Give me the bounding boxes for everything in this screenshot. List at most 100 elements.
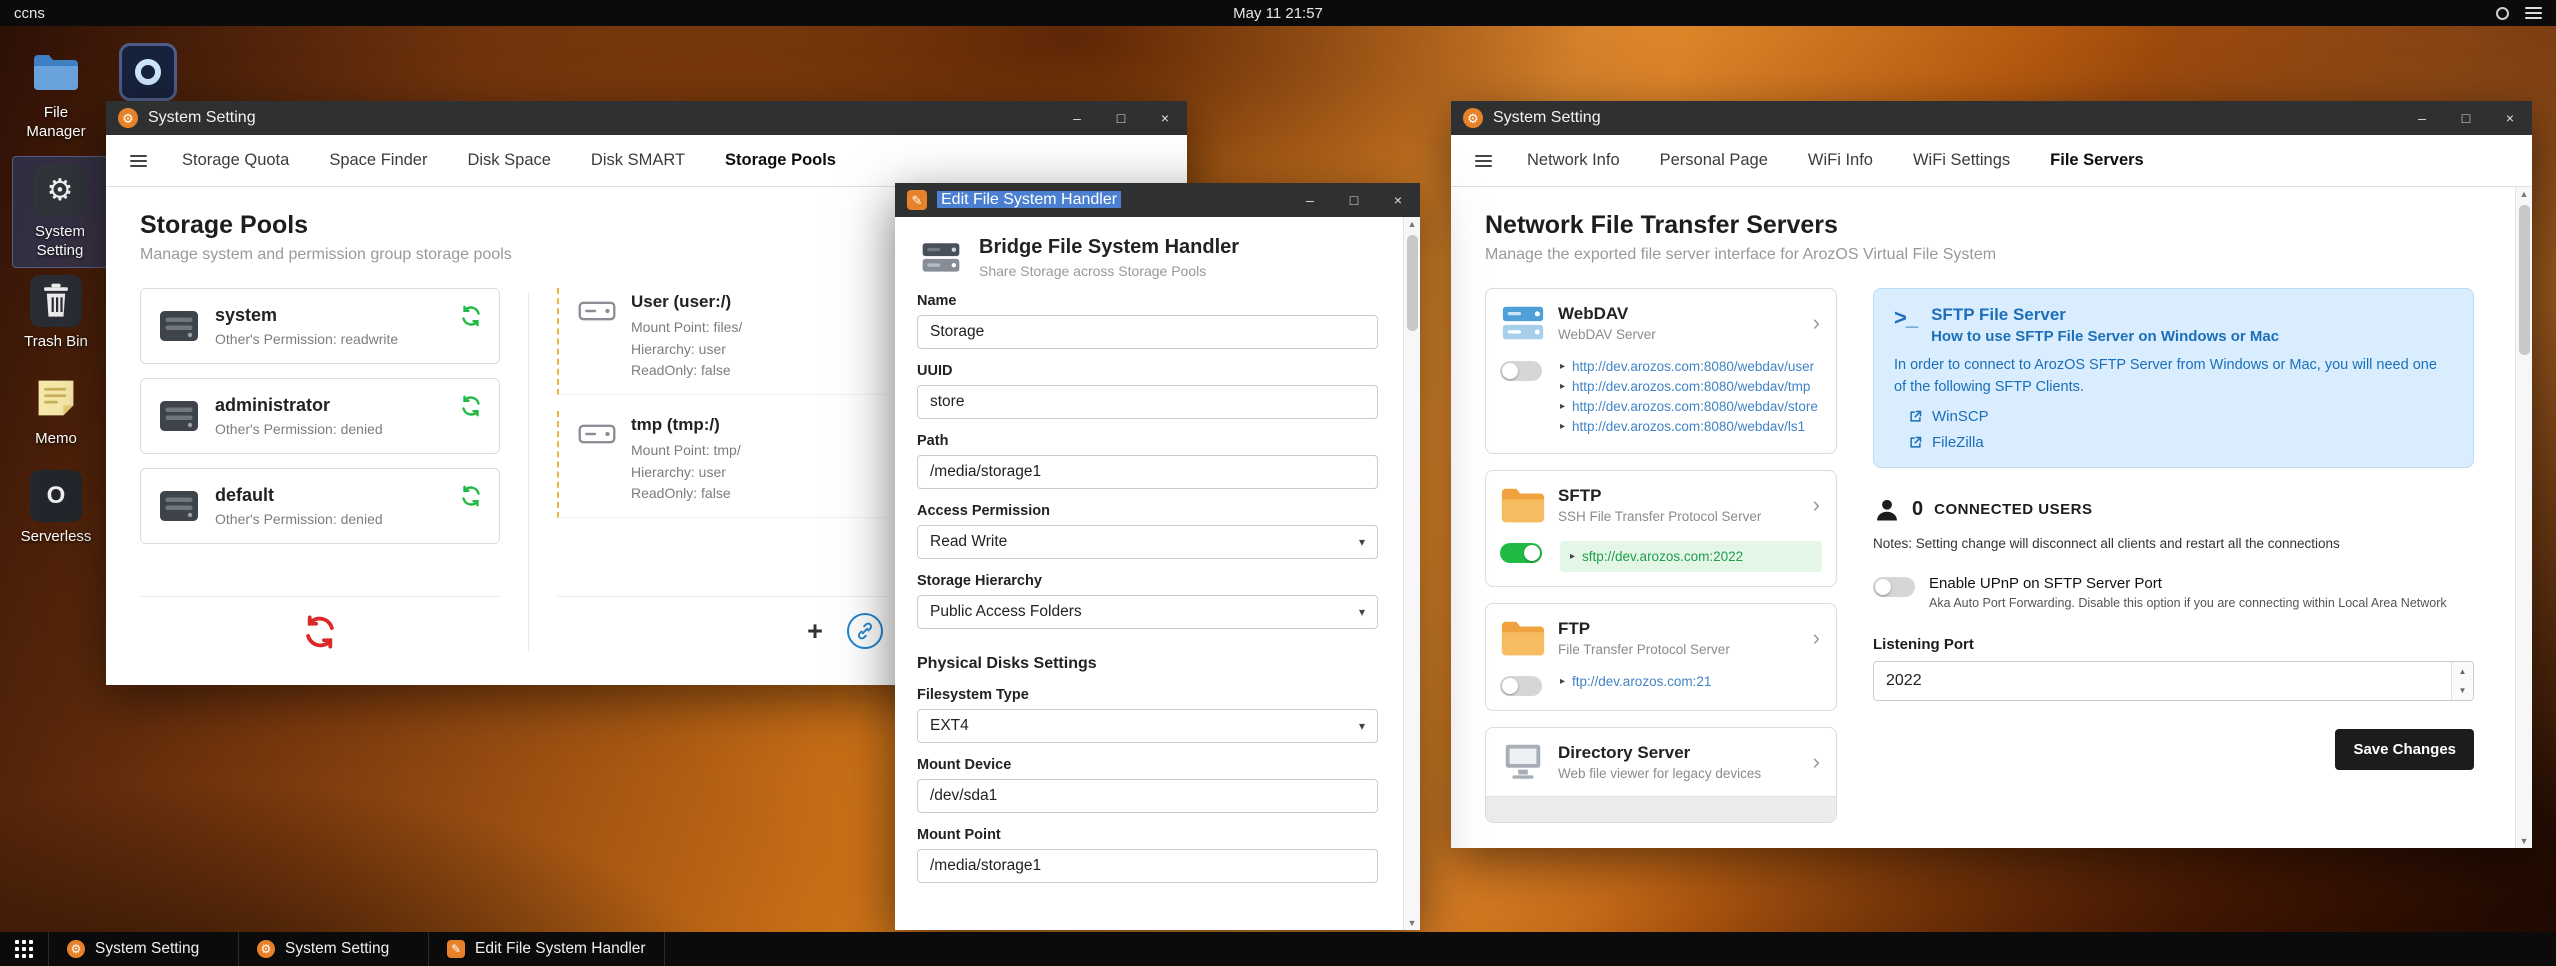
close-button[interactable]: × [1143,101,1187,135]
bridge-fsh-icon [917,235,965,279]
mount-device-input[interactable] [917,779,1378,813]
mount-item[interactable]: User (user:/) Mount Point: files/ Hierar… [557,288,887,396]
vertical-scrollbar[interactable]: ▲ ▼ [2515,187,2532,848]
scroll-down-icon[interactable]: ▼ [2516,836,2532,846]
titlebar[interactable]: ⚙ System Setting – □ × [106,101,1187,135]
field-label-hierarchy: Storage Hierarchy [917,573,1042,589]
storage-hierarchy-select[interactable]: Public Access Folders ▾ [917,595,1378,629]
close-button[interactable]: × [2488,101,2532,135]
tab-storage-pools[interactable]: Storage Pools [705,135,856,186]
webdav-toggle[interactable] [1500,361,1542,381]
titlebar[interactable]: ✎ Edit File System Handler – □ × [895,183,1420,217]
server-card-header[interactable]: SFTP SSH File Transfer Protocol Server › [1486,471,1836,539]
tab-network-info[interactable]: Network Info [1507,135,1640,186]
tab-personal-page[interactable]: Personal Page [1640,135,1788,186]
taskbar-item-edit-fsh[interactable]: ✎ Edit File System Handler [428,932,665,966]
filezilla-link[interactable]: FileZilla [1908,434,2453,451]
burger-icon[interactable] [114,154,162,167]
server-desc: WebDAV Server [1558,327,1656,342]
desktop-icon-serverless[interactable]: O Serverless [8,470,104,547]
webdav-link[interactable]: http://dev.arozos.com:8080/webdav/ls1 [1572,419,1805,434]
vertical-scrollbar[interactable]: ▲ ▼ [1403,217,1420,930]
webdav-link[interactable]: http://dev.arozos.com:8080/webdav/store [1572,399,1818,414]
desktop-icon-system-setting[interactable]: ⚙ System Setting [12,156,108,268]
sync-icon[interactable] [459,394,483,418]
desktop-icon-memo[interactable]: Memo [8,372,104,449]
topbar-menu-icon[interactable] [2525,7,2542,19]
filesystem-type-select[interactable]: EXT4 ▾ [917,709,1378,743]
titlebar[interactable]: ⚙ System Setting – □ × [1451,101,2532,135]
connected-count: 0 [1912,498,1924,520]
tab-file-servers[interactable]: File Servers [2030,135,2164,186]
maximize-button[interactable]: □ [1099,101,1143,135]
ftp-link[interactable]: ftp://dev.arozos.com:21 [1572,674,1711,689]
path-input[interactable] [917,455,1378,489]
scrollbar-thumb[interactable] [1407,235,1418,331]
refresh-pools-button[interactable] [301,613,339,651]
server-card-header[interactable]: FTP File Transfer Protocol Server › [1486,604,1836,672]
close-button[interactable]: × [1376,183,1420,217]
maximize-button[interactable]: □ [2444,101,2488,135]
desktop: ccns May 11 21:57 File Manager ⚙ System … [0,0,2556,966]
upnp-toggle[interactable] [1873,576,1915,597]
ftp-toggle[interactable] [1500,676,1542,696]
sync-icon[interactable] [459,484,483,508]
trash-icon [30,275,82,327]
pool-name: system [215,305,278,325]
status-ring-icon[interactable] [2496,6,2509,20]
server-card-header[interactable]: WebDAV WebDAV Server › [1486,289,1836,357]
uuid-input[interactable] [917,385,1378,419]
chevron-right-icon: › [1812,749,1820,774]
tab-storage-quota[interactable]: Storage Quota [162,135,309,186]
taskbar-item-label: System Setting [95,940,200,957]
webdav-link[interactable]: http://dev.arozos.com:8080/webdav/tmp [1572,379,1810,394]
sync-icon[interactable] [459,304,483,328]
name-input[interactable] [917,315,1378,349]
maximize-button[interactable]: □ [1332,183,1376,217]
server-card-header[interactable]: Directory Server Web file viewer for lega… [1486,728,1836,796]
sftp-link[interactable]: sftp://dev.arozos.com:2022 [1582,549,1743,564]
scroll-down-icon[interactable]: ▼ [1404,918,1420,928]
scroll-up-icon[interactable]: ▲ [2516,189,2532,199]
caret-down-icon: ▾ [1358,605,1365,619]
desktop-icon-selected-app[interactable] [100,46,196,98]
field-label-path: Path [917,433,949,449]
taskbar-item-system-setting-2[interactable]: ⚙ System Setting [238,932,428,966]
scroll-up-icon[interactable]: ▲ [1404,219,1420,229]
minimize-button[interactable]: – [1288,183,1332,217]
tab-disk-smart[interactable]: Disk SMART [571,135,705,186]
listening-port-input[interactable] [1874,661,2451,700]
burger-icon[interactable] [1459,154,1507,167]
mount-point-input[interactable] [917,849,1378,883]
webdav-link[interactable]: http://dev.arozos.com:8080/webdav/user [1572,359,1814,374]
minimize-button[interactable]: – [1055,101,1099,135]
minimize-button[interactable]: – [2400,101,2444,135]
taskbar-item-system-setting-1[interactable]: ⚙ System Setting [48,932,238,966]
app-grid-icon[interactable] [0,932,48,966]
tab-disk-space[interactable]: Disk Space [447,135,570,186]
mount-item[interactable]: tmp (tmp:/) Mount Point: tmp/ Hierarchy:… [557,411,887,519]
access-permission-select[interactable]: Read Write ▾ [917,525,1378,559]
sftp-toggle[interactable] [1500,543,1542,563]
number-spinner[interactable]: ▲ ▼ [2451,661,2473,700]
tab-wifi-info[interactable]: WiFi Info [1788,135,1893,186]
ftp-folder-icon [1500,618,1546,658]
tab-space-finder[interactable]: Space Finder [309,135,447,186]
desktop-icon-trash-bin[interactable]: Trash Bin [8,275,104,352]
hard-drive-icon [577,417,617,451]
spin-down-icon[interactable]: ▼ [2452,680,2473,700]
storage-pool-item[interactable]: administrator Other's Permission: denied [140,378,500,454]
spin-up-icon[interactable]: ▲ [2452,661,2473,681]
link-fsh-button[interactable] [847,613,883,649]
directory-server-icon [1500,742,1546,782]
save-changes-button[interactable]: Save Changes [2335,728,2474,770]
desktop-icon-file-manager[interactable]: File Manager [8,46,104,142]
storage-pool-item[interactable]: system Other's Permission: readwrite [140,288,500,364]
add-fsh-button[interactable]: + [797,613,833,649]
storage-pool-item[interactable]: default Other's Permission: denied [140,468,500,544]
scrollbar-thumb[interactable] [2519,205,2530,355]
mount-name: tmp (tmp:/) [631,415,720,435]
tab-wifi-settings[interactable]: WiFi Settings [1893,135,2030,186]
upnp-desc: Aka Auto Port Forwarding. Disable this o… [1929,595,2447,610]
winscp-link[interactable]: WinSCP [1908,408,2453,425]
